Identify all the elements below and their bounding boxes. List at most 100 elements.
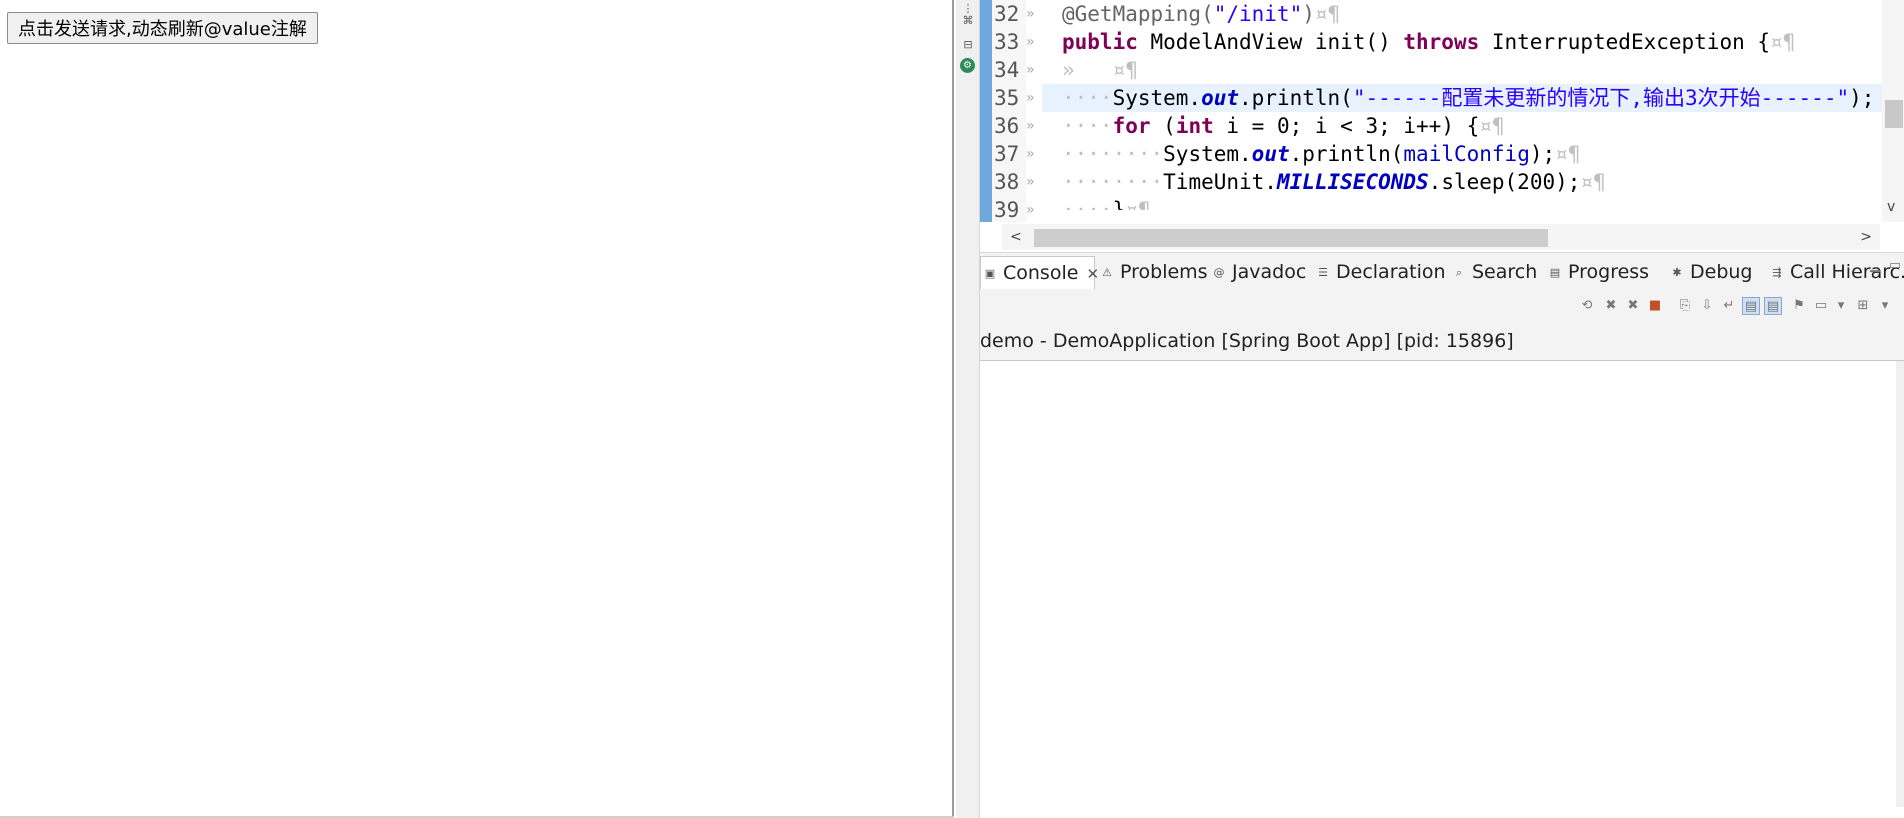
view-tab-bar: ▣ Console ✕ ⚠ Problems @ Javadoc ☰ Declaratio… — [980, 253, 1904, 291]
tab-declaration[interactable]: ☰ Declaration — [1314, 256, 1446, 289]
whitespace-marker: ¤¶ — [1314, 2, 1341, 26]
code-line-35[interactable]: ····System.out.println("------配置未更新的情况下,… — [1042, 84, 1900, 112]
line-number: 38 — [994, 170, 1020, 194]
tab-debug[interactable]: ✱ Debug — [1668, 256, 1752, 289]
chevron-down-icon[interactable]: ▾ — [1832, 297, 1850, 315]
word-wrap-icon[interactable]: ↵ — [1720, 297, 1738, 315]
fold-marker: » — [1026, 34, 1035, 50]
scroll-thumb[interactable] — [1034, 229, 1548, 247]
tab-problems[interactable]: ⚠ Problems — [1098, 256, 1208, 289]
chevron-left-icon[interactable]: < — [1010, 230, 1022, 244]
whitespace-marker: ¤¶ — [1555, 142, 1581, 166]
scroll-thumb[interactable] — [1885, 100, 1903, 128]
show-on-stderr-icon[interactable]: ▤ — [1764, 297, 1782, 315]
code-line-32[interactable]: @GetMapping("/init")¤¶ — [1062, 0, 1900, 28]
console-icon: ▣ — [984, 267, 996, 280]
keyword-token: int — [1175, 114, 1214, 138]
new-console-icon[interactable]: ⊞ — [1854, 297, 1872, 315]
method-token: .println( — [1289, 142, 1404, 166]
whitespace-marker: ¤¶ — [1479, 114, 1505, 138]
chevron-down-icon[interactable]: v — [1887, 200, 1895, 214]
view-menu-icon[interactable]: ▾ — [1876, 297, 1894, 315]
code-editor[interactable]: 32 33 34 35 36 37 38 39 » » » » » » » » … — [980, 0, 1904, 222]
tab-label: Problems — [1120, 261, 1208, 283]
code-line-39[interactable]: ····}¤¶ — [1062, 196, 1900, 210]
console-toolbar: ⟲ ✖ ✖ ■ ⎘ ⇩ ↵ ▤ ▤ ⚑ ▭ ▾ ⊞ ▾ — [980, 291, 1904, 321]
whitespace-marker: ¤¶ — [1770, 30, 1796, 54]
fold-marker: » — [1026, 118, 1035, 134]
line-number: 39 — [994, 198, 1020, 222]
tab-javadoc[interactable]: @ Javadoc — [1210, 256, 1307, 289]
pin-console-icon[interactable]: ⚑ — [1790, 297, 1808, 315]
indent-marker: ········ — [1062, 170, 1164, 194]
hierarchy-marker-icon[interactable]: ⌘ — [961, 14, 975, 28]
javadoc-icon: @ — [1213, 266, 1225, 279]
line-number: 34 — [994, 58, 1020, 82]
fold-marker: » — [1026, 146, 1035, 162]
tab-label: Console — [1003, 262, 1079, 284]
console-vertical-scrollbar[interactable] — [1896, 361, 1904, 807]
string-token: "------配置未更新的情况下,输出3次开始------" — [1352, 86, 1850, 110]
remove-launch-icon[interactable]: ✖ — [1602, 297, 1620, 315]
loop-token: i = 0; i < 3; i++) { — [1213, 114, 1480, 138]
display-console-icon[interactable]: ▭ — [1812, 297, 1830, 315]
chevron-right-icon[interactable]: > — [1860, 230, 1872, 244]
code-line-33[interactable]: public ModelAndView init() throws Interr… — [1062, 28, 1900, 56]
line-number: 36 — [994, 114, 1020, 138]
signature-token: ModelAndView init() — [1137, 30, 1404, 54]
refresh-value-button[interactable]: 点击发送请求,动态刷新@value注解 — [7, 12, 318, 44]
method-token: .println( — [1239, 86, 1353, 110]
clear-console-icon[interactable]: ⎘ — [1676, 297, 1694, 315]
class-token: System. — [1163, 142, 1252, 166]
link-marker-icon[interactable]: ⊟ — [961, 38, 975, 52]
launch-icon[interactable]: ⟲ — [1578, 297, 1596, 315]
editor-horizontal-scrollbar[interactable]: < > — [1002, 224, 1880, 250]
code-line-38[interactable]: ········TimeUnit.MILLISECONDS.sleep(200)… — [1062, 168, 1900, 196]
brace-token: } — [1112, 198, 1126, 210]
end-token: ); — [1529, 142, 1556, 166]
terminate-icon[interactable]: ■ — [1646, 297, 1664, 315]
paren-token: ) — [1302, 2, 1315, 26]
field-token: out — [1251, 142, 1290, 166]
tab-label: Progress — [1568, 261, 1650, 283]
debug-icon: ✱ — [1672, 266, 1682, 279]
problems-icon: ⚠ — [1102, 266, 1112, 279]
string-token: "/init" — [1213, 2, 1303, 26]
minimize-icon[interactable]: ▁ — [1866, 257, 1884, 275]
line-number: 33 — [994, 30, 1020, 54]
search-icon: ⌕ — [1455, 266, 1463, 279]
fold-marker: » — [1026, 202, 1035, 218]
code-line-34[interactable]: » ¤¶ — [1062, 56, 1900, 84]
method-token: .sleep(200); — [1428, 170, 1581, 194]
fold-marker: » — [1026, 6, 1035, 22]
tab-label: Search — [1472, 261, 1538, 283]
tab-progress[interactable]: ▤ Progress — [1546, 256, 1649, 289]
line-number-ruler: 32 33 34 35 36 37 38 39 — [992, 0, 1026, 222]
eclipse-ide: ⋮ ⌘ ⊟ ⚙ 32 33 34 35 36 37 38 39 » » » » … — [956, 0, 1904, 818]
keyword-token: throws — [1403, 30, 1480, 54]
code-line-37[interactable]: ········System.out.println(mailConfig);¤… — [1062, 140, 1900, 168]
whitespace-marker: ¤¶ — [1580, 170, 1606, 194]
scroll-lock-icon[interactable]: ⇩ — [1698, 297, 1716, 315]
remove-all-icon[interactable]: ✖ — [1624, 297, 1642, 315]
tab-label: Debug — [1690, 261, 1753, 283]
progress-icon: ▤ — [1549, 266, 1561, 279]
show-on-stdout-icon[interactable]: ▤ — [1742, 297, 1760, 315]
tab-label: Declaration — [1336, 261, 1446, 283]
console-output[interactable] — [980, 361, 1904, 807]
browser-pane: 点击发送请求,动态刷新@value注解 — [0, 0, 954, 818]
tab-search[interactable]: ⌕ Search — [1450, 256, 1537, 289]
tab-console[interactable]: ▣ Console ✕ — [980, 256, 1099, 289]
whitespace-marker: ¤¶ — [1125, 198, 1151, 210]
keyword-token: public — [1062, 30, 1138, 54]
editor-vertical-scrollbar[interactable]: v — [1882, 0, 1904, 222]
class-token: TimeUnit. — [1163, 170, 1277, 194]
whitespace-marker: » ¤¶ — [1062, 58, 1138, 82]
indent-marker: ········ — [1062, 142, 1164, 166]
indent-marker: ···· — [1062, 198, 1113, 210]
keyword-token: for — [1112, 114, 1151, 138]
code-area[interactable]: @GetMapping("/init")¤¶ public ModelAndVi… — [1042, 0, 1900, 210]
code-line-36[interactable]: ····for (int i = 0; i < 3; i++) {¤¶ — [1062, 112, 1900, 140]
maximize-icon[interactable]: ▭ — [1886, 257, 1904, 275]
spring-bean-icon[interactable]: ⚙ — [960, 58, 975, 73]
